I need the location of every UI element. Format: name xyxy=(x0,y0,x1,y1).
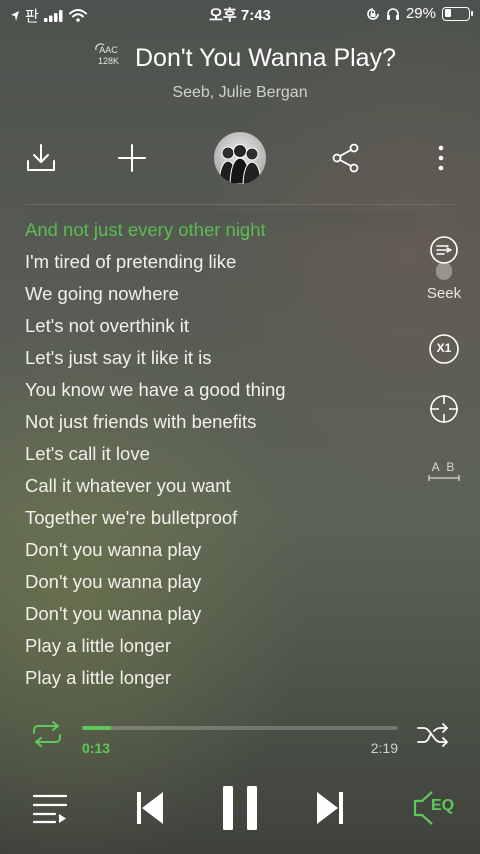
add-icon[interactable] xyxy=(117,143,147,173)
pause-icon[interactable] xyxy=(222,785,258,831)
lyric-line[interactable]: Don't you wanna play xyxy=(25,534,415,566)
divider xyxy=(25,204,455,205)
eq-label[interactable]: EQ xyxy=(431,797,454,815)
playlist-icon[interactable] xyxy=(33,792,67,824)
lyric-line[interactable]: Don't you wanna play xyxy=(25,598,415,630)
lyric-line[interactable]: Let's just say it like it is xyxy=(25,342,415,374)
codec-bitrate: 128K xyxy=(98,56,120,66)
track-artist[interactable]: Seeb, Julie Bergan xyxy=(0,84,480,102)
previous-icon[interactable] xyxy=(136,790,164,826)
lyric-line[interactable]: I'm tired of pretending like xyxy=(25,246,415,278)
status-bar: 판 오후 7:43 29% xyxy=(0,0,480,28)
lyric-line[interactable]: Play a little longer xyxy=(25,630,415,662)
lyric-line[interactable]: We going nowhere xyxy=(25,278,415,310)
lyric-line[interactable]: Call it whatever you want xyxy=(25,470,415,502)
progress-track[interactable] xyxy=(82,726,398,730)
lyric-line[interactable]: Not just friends with benefits xyxy=(25,406,415,438)
seek-label[interactable]: Seek xyxy=(420,285,468,302)
audio-quality-icon xyxy=(95,43,105,51)
lyric-line[interactable]: Together we're bulletproof xyxy=(25,502,415,534)
shuffle-icon[interactable] xyxy=(416,723,450,747)
share-icon[interactable] xyxy=(332,143,360,173)
battery-percent: 29% xyxy=(405,5,436,22)
lyric-line[interactable]: You know we have a good thing xyxy=(25,374,415,406)
lyrics-panel[interactable]: And not just every other night I'm tired … xyxy=(25,214,415,694)
status-right: 29% xyxy=(366,5,473,22)
track-title: Don't You Wanna Play? xyxy=(135,44,396,72)
more-icon[interactable] xyxy=(436,144,446,172)
lyric-line[interactable]: Let's not overthink it xyxy=(25,310,415,342)
ab-repeat-icon[interactable] xyxy=(428,474,460,482)
elapsed-time: 0:13 xyxy=(82,740,111,756)
total-duration: 2:19 xyxy=(370,740,398,756)
orientation-lock-icon xyxy=(367,7,379,20)
next-icon[interactable] xyxy=(316,790,344,826)
ab-repeat-label: A B xyxy=(431,460,457,474)
repeat-icon[interactable] xyxy=(30,721,64,747)
crosshair-icon[interactable] xyxy=(428,393,460,425)
battery-fill xyxy=(444,9,451,17)
album-art-image xyxy=(218,144,262,184)
seek-toggle-icon[interactable] xyxy=(428,236,460,282)
speed-label: X1 xyxy=(436,341,452,355)
headphones-icon xyxy=(386,7,399,20)
lyric-line[interactable]: Play a little longer xyxy=(25,662,415,694)
codec-badge: AAC 128K xyxy=(95,43,120,67)
album-art[interactable] xyxy=(214,132,266,184)
progress-played xyxy=(82,726,112,730)
lyric-line[interactable]: And not just every other night xyxy=(25,214,415,246)
lyric-line[interactable]: Don't you wanna play xyxy=(25,566,415,598)
lyric-line[interactable]: Let's call it love xyxy=(25,438,415,470)
battery-icon xyxy=(442,6,473,21)
download-icon[interactable] xyxy=(25,143,57,173)
